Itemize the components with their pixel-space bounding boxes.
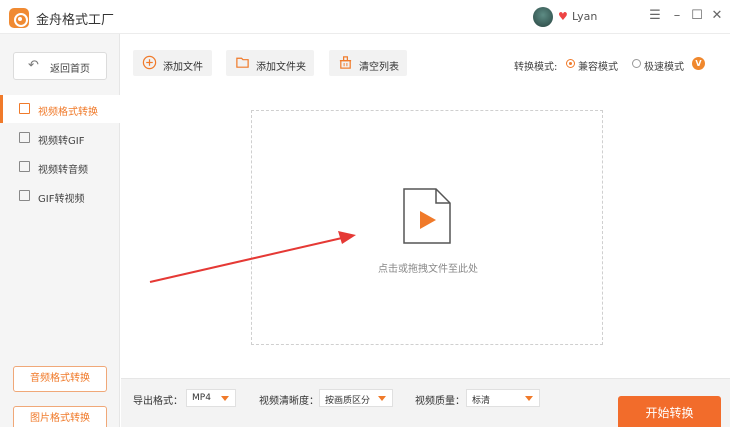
user-avatar[interactable] bbox=[533, 7, 553, 27]
video-quality-select[interactable]: 标清 bbox=[466, 389, 540, 407]
sidebar: ↶ 返回首页 视频格式转换 视频转GIF 视频转音频 GIF转视频 音频格式转换… bbox=[0, 34, 120, 427]
minimize-icon[interactable]: – bbox=[670, 8, 684, 24]
app-logo-icon bbox=[9, 8, 29, 28]
audio-file-icon bbox=[19, 161, 30, 172]
add-circle-icon bbox=[142, 55, 157, 70]
maximize-icon[interactable]: ☐ bbox=[690, 8, 704, 24]
clear-list-button[interactable]: 清空列表 bbox=[329, 50, 407, 76]
clear-list-label: 清空列表 bbox=[359, 62, 399, 73]
home-button[interactable]: ↶ 返回首页 bbox=[13, 52, 107, 80]
video-quality-label: 视频质量： bbox=[415, 396, 465, 407]
home-button-label: 返回首页 bbox=[50, 64, 90, 75]
fast-mode-label[interactable]: 极速模式 bbox=[644, 58, 684, 73]
add-folder-button[interactable]: 添加文件夹 bbox=[226, 50, 314, 76]
chevron-down-icon bbox=[378, 396, 386, 401]
sidebar-item-gif-to-video[interactable]: GIF转视频 bbox=[0, 182, 120, 210]
title-bar: 金舟格式工厂 ♥ Lyan ☰ – ☐ ✕ bbox=[0, 0, 730, 34]
audio-format-convert-button[interactable]: 音频格式转换 bbox=[13, 366, 107, 392]
compatible-mode-label[interactable]: 兼容模式 bbox=[578, 58, 618, 73]
close-icon[interactable]: ✕ bbox=[710, 8, 724, 24]
clear-icon bbox=[339, 56, 352, 69]
export-format-value: MP4 bbox=[192, 393, 211, 403]
heart-icon: ♥ bbox=[558, 10, 568, 23]
video-clarity-select[interactable]: 按画质区分 bbox=[319, 389, 393, 407]
video-quality-value: 标清 bbox=[472, 396, 491, 406]
add-file-label: 添加文件 bbox=[163, 62, 203, 73]
video-clarity-value: 按画质区分 bbox=[325, 396, 371, 406]
start-convert-button[interactable]: 开始转换 bbox=[618, 396, 721, 427]
add-folder-label: 添加文件夹 bbox=[256, 62, 306, 73]
username[interactable]: Lyan bbox=[572, 10, 597, 23]
image-format-convert-button[interactable]: 图片格式转换 bbox=[13, 406, 107, 427]
video-clarity-label: 视频清晰度： bbox=[259, 396, 319, 407]
sidebar-item-video-to-gif[interactable]: 视频转GIF bbox=[0, 124, 120, 152]
video-file-icon bbox=[19, 103, 30, 114]
sidebar-item-label: 视频格式转换 bbox=[38, 107, 98, 118]
compatible-mode-radio[interactable] bbox=[566, 59, 575, 68]
sidebar-item-video-to-audio[interactable]: 视频转音频 bbox=[0, 153, 120, 181]
chevron-down-icon bbox=[525, 396, 533, 401]
sidebar-item-video-convert[interactable]: 视频格式转换 bbox=[0, 95, 120, 123]
drop-hint-text: 点击或拖拽文件至此处 bbox=[378, 264, 478, 275]
sidebar-item-label: 视频转音频 bbox=[38, 165, 88, 176]
folder-icon bbox=[236, 57, 249, 68]
fast-mode-radio[interactable] bbox=[632, 59, 641, 68]
file-drop-zone[interactable]: 点击或拖拽文件至此处 bbox=[251, 110, 603, 345]
export-format-select[interactable]: MP4 bbox=[186, 389, 236, 407]
menu-icon[interactable]: ☰ bbox=[648, 8, 662, 24]
export-format-label: 导出格式： bbox=[133, 396, 183, 407]
app-title: 金舟格式工厂 bbox=[36, 13, 115, 28]
image-icon bbox=[19, 132, 30, 143]
vip-badge-icon[interactable]: V bbox=[692, 57, 705, 70]
video-file-icon bbox=[19, 190, 30, 201]
chevron-down-icon bbox=[221, 396, 229, 401]
add-file-button[interactable]: 添加文件 bbox=[133, 50, 212, 76]
back-arrow-icon: ↶ bbox=[28, 58, 39, 73]
conversion-mode-label: 转换模式: bbox=[514, 62, 558, 73]
video-file-icon bbox=[403, 188, 451, 244]
sidebar-item-label: 视频转GIF bbox=[38, 136, 85, 147]
sidebar-item-label: GIF转视频 bbox=[38, 194, 85, 205]
